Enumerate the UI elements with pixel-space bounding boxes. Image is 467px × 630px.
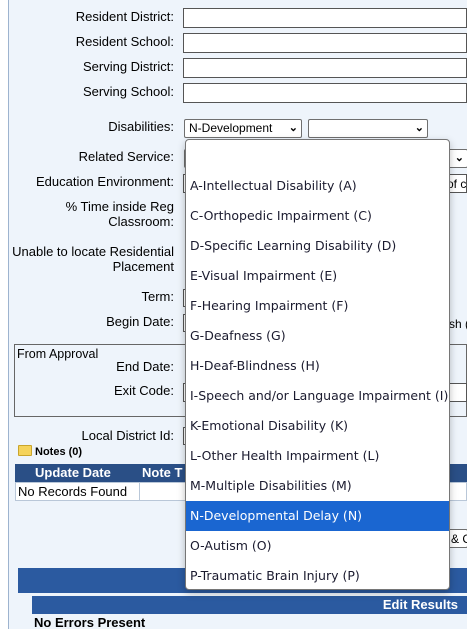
dropdown-option[interactable]: F-Hearing Impairment (F) (186, 291, 449, 321)
disabilities-dropdown-list[interactable]: A-Intellectual Disability (A) C-Orthopedi… (185, 139, 450, 590)
notes-action-tail: & C (451, 532, 467, 546)
disabilities-select-value: N-Development (189, 121, 273, 135)
dropdown-option-blank[interactable] (186, 140, 449, 170)
related-service-label: Related Service: (78, 149, 174, 164)
begin-date-label: Begin Date: (106, 314, 174, 329)
dropdown-option[interactable]: L-Other Health Impairment (L) (186, 441, 449, 471)
notes-title: Notes (0) (35, 446, 83, 458)
disabilities-label: Disabilities: (108, 119, 174, 134)
unable-locate-label: Unable to locate Residential Placement (12, 244, 174, 274)
notes-action-button[interactable]: & C (448, 529, 467, 548)
column-divider (139, 482, 140, 501)
column-update-date[interactable]: Update Date (35, 465, 111, 480)
dropdown-option[interactable]: I-Speech and/or Language Impairment (I) (186, 381, 449, 411)
resident-district-field[interactable] (183, 8, 467, 28)
disabilities-secondary-select[interactable]: ⌄ (308, 119, 428, 138)
serving-district-field[interactable] (183, 58, 467, 78)
exit-code-label: Exit Code: (114, 383, 174, 398)
resident-district-label: Resident District: (75, 9, 174, 24)
notes-header[interactable]: Notes (0) (18, 445, 82, 458)
dropdown-option[interactable]: A-Intellectual Disability (A) (186, 171, 449, 201)
edit-results-header: Edit Results (32, 596, 467, 614)
dropdown-option[interactable]: G-Deafness (G) (186, 321, 449, 351)
edit-results-message: No Errors Present (34, 615, 146, 630)
term-label: Term: (141, 289, 175, 304)
end-date-label: End Date: (116, 359, 174, 374)
dropdown-option[interactable]: E-Visual Impairment (E) (186, 261, 449, 291)
chevron-down-icon: ⌄ (288, 122, 298, 134)
serving-school-field[interactable] (183, 83, 467, 103)
empty-message: No Records Found (18, 484, 128, 499)
local-district-id-label: Local District Id: (81, 428, 174, 443)
education-environment-label: Education Environment: (35, 174, 174, 189)
approval-legend: From Approval (17, 347, 99, 361)
column-note-type[interactable]: Note T (142, 465, 182, 480)
dropdown-option[interactable]: C-Orthopedic Impairment (C) (186, 201, 449, 231)
dropdown-option[interactable]: O-Autism (O) (186, 531, 449, 561)
chevron-down-icon: ⌄ (414, 122, 424, 134)
folder-icon (18, 445, 32, 456)
dropdown-option[interactable]: N-Developmental Delay (N) (186, 501, 449, 531)
resident-school-label: Resident School: (75, 34, 174, 49)
resident-school-field[interactable] (183, 33, 467, 53)
serving-school-label: Serving School: (82, 84, 174, 99)
dropdown-option[interactable]: K-Emotional Disability (K) (186, 411, 449, 441)
chevron-down-icon: ⌄ (454, 152, 464, 164)
disabilities-select[interactable]: N-Development ⌄ (184, 119, 302, 138)
serving-district-label: Serving District: (82, 59, 174, 74)
dropdown-option[interactable]: H-Deaf-Blindness (H) (186, 351, 449, 381)
dropdown-option[interactable]: P-Traumatic Brain Injury (P) (186, 561, 449, 589)
begin-date-tail: sh ( (449, 317, 467, 331)
pct-time-label: % Time inside Reg Classroom: (65, 199, 174, 229)
dropdown-option[interactable]: D-Specific Learning Disability (D) (186, 231, 449, 261)
dropdown-option[interactable]: M-Multiple Disabilities (M) (186, 471, 449, 501)
